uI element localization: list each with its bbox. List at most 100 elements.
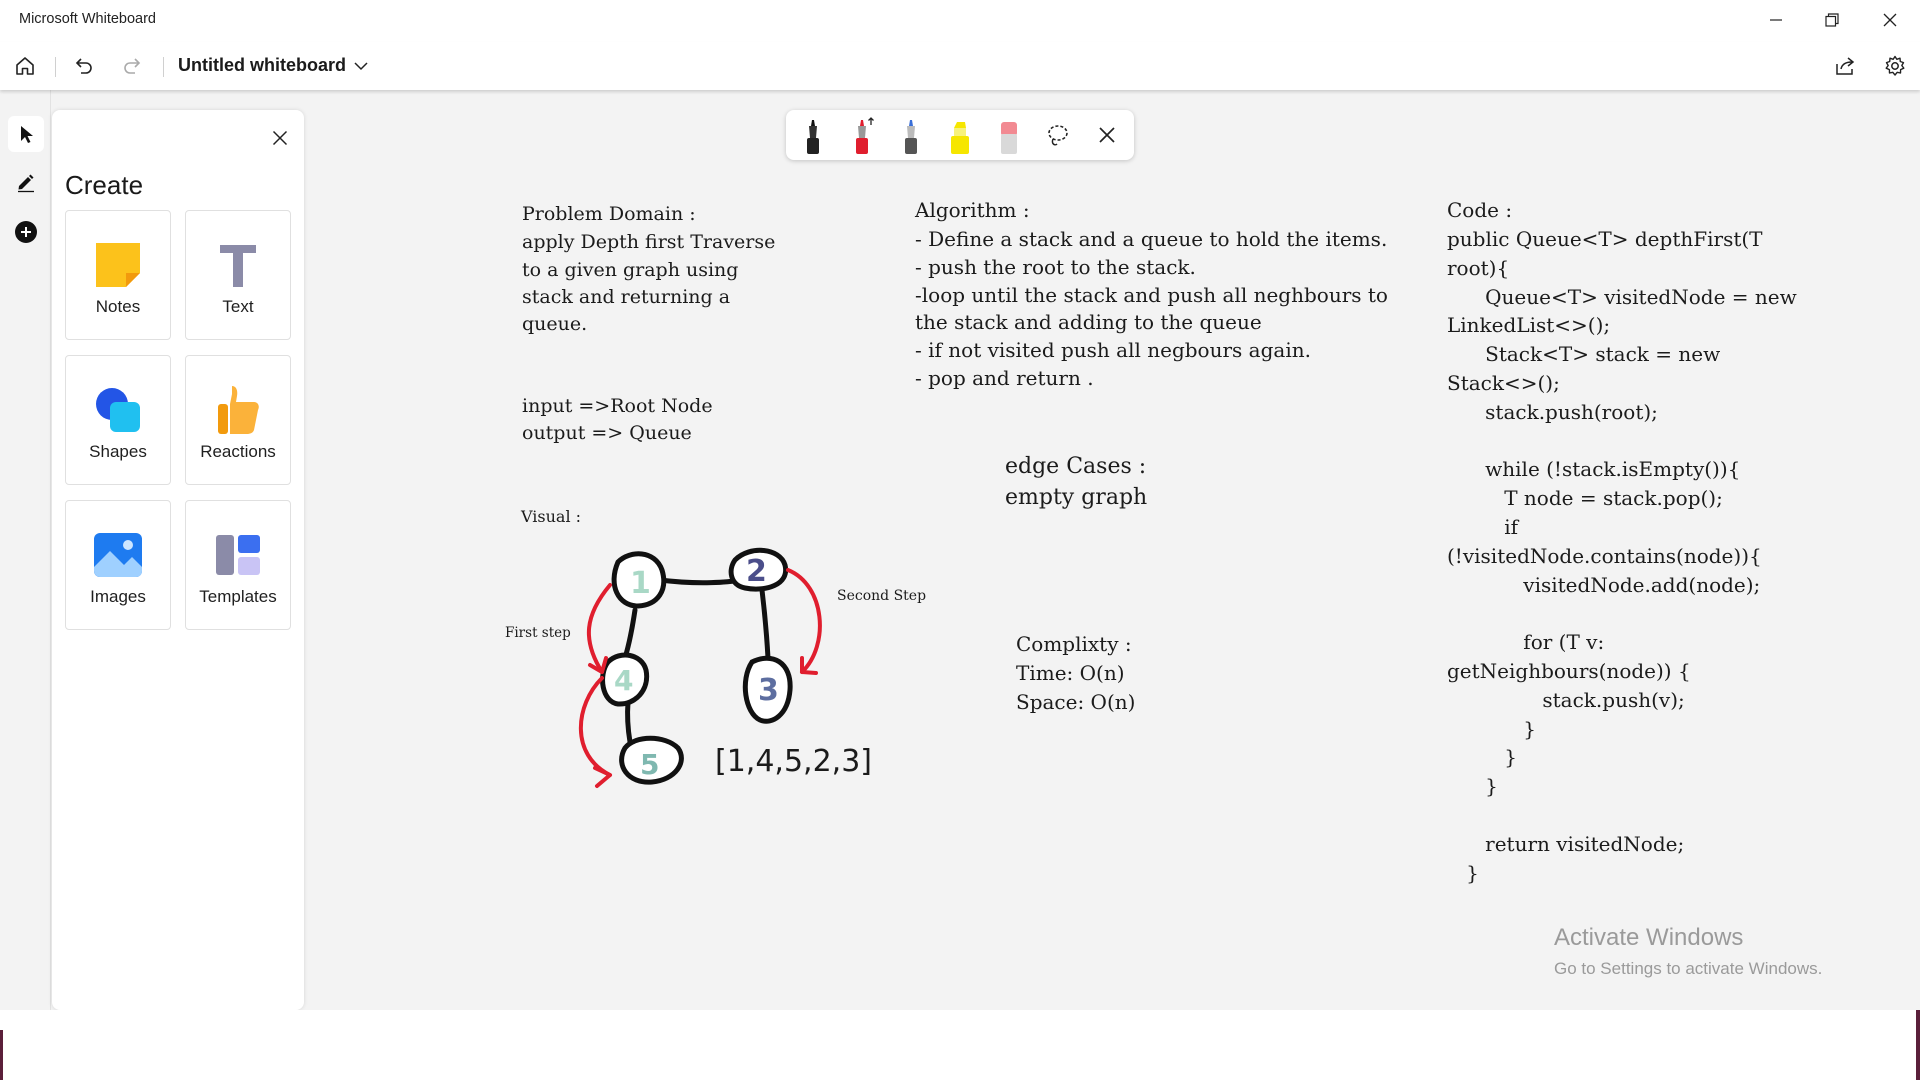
text-icon	[220, 245, 256, 287]
code-line: while (!stack.isEmpty()){	[1447, 457, 1741, 482]
select-tool-button[interactable]	[8, 116, 44, 152]
minimize-icon	[1770, 19, 1782, 21]
edge-cases-heading: edge Cases :	[1005, 454, 1147, 479]
tile-label: Reactions	[200, 442, 276, 461]
highlighter-icon[interactable]	[939, 114, 981, 156]
code-line: }	[1447, 745, 1517, 770]
code-line: LinkedList<>();	[1447, 313, 1611, 338]
algorithm-line: - push the root to the stack.	[915, 255, 1196, 279]
reactions-tile[interactable]: Reactions	[185, 355, 291, 485]
eraser-icon[interactable]	[988, 114, 1030, 156]
edge-1-2	[657, 577, 743, 586]
code-line: stack.push(v);	[1447, 687, 1685, 712]
code-line: (!visitedNode.contains(node)){	[1447, 543, 1762, 568]
graph-node-label: 4	[614, 664, 633, 697]
redo-button[interactable]	[113, 46, 153, 86]
code-line: if	[1447, 514, 1519, 539]
graph-drawing[interactable]: 1 2 3 4 5	[540, 530, 840, 800]
red-pen-icon[interactable]	[841, 114, 883, 156]
home-button[interactable]	[5, 46, 45, 86]
edge-1-4	[622, 607, 638, 661]
problem-line: stack and returning a	[522, 286, 731, 308]
code-line: Queue<T> visitedNode = new	[1447, 284, 1797, 309]
toolbar-divider	[55, 57, 56, 77]
share-icon	[1836, 57, 1855, 75]
algorithm-heading: Algorithm :	[915, 198, 1030, 222]
pen-icon	[18, 174, 34, 193]
board-menu-button[interactable]	[341, 46, 381, 86]
left-rail	[0, 90, 51, 1010]
close-window-button[interactable]	[1862, 0, 1918, 40]
graph-node-label: 3	[758, 673, 779, 708]
notes-tile[interactable]: Notes	[65, 210, 171, 340]
board-title[interactable]: Untitled whiteboard	[178, 55, 346, 76]
problem-domain-heading: Problem Domain :	[522, 203, 696, 225]
inking-tool-button[interactable]	[8, 164, 44, 200]
title-bar: Microsoft Whiteboard	[0, 0, 1920, 42]
share-button[interactable]	[1825, 46, 1865, 86]
images-tile[interactable]: Images	[65, 500, 171, 630]
loop-arrow-head	[593, 766, 612, 788]
graph-node-label: 2	[746, 554, 767, 589]
algorithm-line: the stack and adding to the queue	[915, 310, 1262, 334]
algorithm-line: -loop until the stack and push all neghb…	[915, 283, 1388, 307]
time-complexity: Time: O(n)	[1016, 661, 1125, 685]
edge-4-5	[625, 699, 633, 745]
graph-node-label: 1	[630, 566, 651, 601]
chevron-down-icon	[354, 62, 368, 71]
tile-label: Shapes	[89, 442, 147, 461]
code-line: visitedNode.add(node);	[1447, 572, 1761, 597]
close-panel-button[interactable]	[266, 124, 294, 152]
panel-title: Create	[65, 170, 144, 200]
second-step-arrow	[786, 568, 822, 674]
templates-tile[interactable]: Templates	[185, 500, 291, 630]
toolbar-divider	[163, 57, 164, 77]
multicolor-pen-icon[interactable]	[890, 114, 932, 156]
minimize-button[interactable]	[1748, 0, 1804, 40]
undo-button[interactable]	[63, 46, 103, 86]
code-line: stack.push(root);	[1447, 399, 1658, 424]
code-block: public Queue<T> depthFirst(T root){ Queue…	[1447, 225, 1797, 887]
shapes-tile[interactable]: Shapes	[65, 355, 171, 485]
undo-icon	[75, 58, 92, 74]
sticky-note-icon	[96, 243, 140, 287]
activate-windows-title: Activate Windows	[1554, 924, 1744, 951]
templates-icon	[216, 535, 260, 575]
settings-button[interactable]	[1875, 46, 1915, 86]
lasso-icon[interactable]	[1037, 114, 1079, 156]
code-line: getNeighbours(node)) {	[1447, 658, 1691, 683]
input-label: input =>Root Node	[522, 395, 713, 417]
problem-line: to a given graph using	[522, 259, 739, 281]
black-pen-icon[interactable]	[792, 114, 834, 156]
tile-label: Templates	[199, 587, 277, 606]
shapes-icon	[96, 388, 140, 432]
close-icon	[272, 130, 288, 146]
gear-icon	[1885, 55, 1905, 76]
create-panel: Create Notes Text Shapes Reactions Image…	[52, 110, 304, 1010]
image-icon	[94, 533, 142, 577]
code-line: Stack<T> stack = new	[1447, 342, 1721, 367]
code-line: Stack<>();	[1447, 370, 1560, 395]
graph-node-label: 5	[640, 748, 659, 781]
create-button[interactable]	[8, 214, 44, 250]
complexity-heading: Complixty :	[1016, 632, 1132, 656]
app-toolbar: Untitled whiteboard	[0, 42, 1920, 90]
pointer-icon	[21, 126, 33, 143]
visual-heading: Visual :	[521, 507, 582, 526]
text-tile[interactable]: Text	[185, 210, 291, 340]
code-line: }	[1447, 716, 1537, 741]
taskbar-edge	[0, 1030, 3, 1080]
activate-windows-subtitle: Go to Settings to activate Windows.	[1554, 959, 1823, 978]
restore-button[interactable]	[1804, 0, 1860, 40]
app-title: Microsoft Whiteboard	[19, 11, 156, 27]
algorithm-line: - Define a stack and a queue to hold the…	[915, 227, 1388, 251]
code-line: public Queue<T> depthFirst(T	[1447, 227, 1763, 251]
code-line: root){	[1447, 255, 1510, 280]
algorithm-line: - pop and return .	[915, 366, 1094, 390]
problem-line: queue.	[522, 313, 588, 335]
tile-label: Images	[90, 587, 146, 606]
close-icon[interactable]	[1086, 114, 1128, 156]
tile-label: Notes	[95, 297, 141, 316]
